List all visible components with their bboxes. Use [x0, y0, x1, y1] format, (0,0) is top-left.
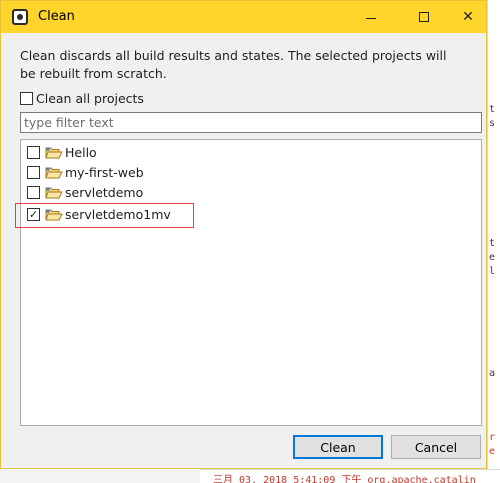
background-text-fragment: e	[489, 446, 496, 457]
console-text: 三月 03, 2018 5:41:09 下午 org.apache.catali…	[213, 475, 476, 483]
maximize-button[interactable]	[401, 1, 447, 33]
project-checkbox[interactable]	[27, 165, 40, 179]
title-bar[interactable]: Clean ✕	[1, 1, 486, 33]
project-checkbox[interactable]	[27, 185, 40, 199]
maximize-icon	[419, 12, 429, 22]
clean-all-projects-checkbox[interactable]: Clean all projects	[20, 91, 144, 106]
close-icon: ✕	[462, 9, 474, 25]
minimize-button[interactable]	[348, 1, 394, 33]
minimize-icon	[366, 17, 376, 19]
background-text-fragment: t	[489, 238, 496, 249]
filter-input[interactable]	[20, 112, 482, 133]
clean-button[interactable]: Clean	[293, 435, 383, 459]
background-text-fragment: l	[489, 266, 496, 277]
cancel-button[interactable]: Cancel	[391, 435, 481, 459]
background-text-fragment: s	[489, 118, 496, 129]
window-title: Clean	[38, 9, 75, 24]
background-text-fragment: t	[489, 104, 496, 115]
project-name: Hello	[65, 144, 97, 160]
project-folder-icon	[45, 187, 63, 198]
project-item-hello[interactable]: Hello	[27, 143, 97, 161]
clean-dialog: Clean ✕ Clean discards all build results…	[0, 0, 487, 469]
project-name: my-first-web	[65, 164, 144, 180]
project-item-servletdemo[interactable]: servletdemo	[27, 183, 143, 201]
project-item-my-first-web[interactable]: my-first-web	[27, 163, 144, 181]
project-name: servletdemo	[65, 184, 144, 200]
project-list: Hello my-first-web servletdemo ✓ servlet…	[20, 139, 482, 426]
dialog-description: Clean discards all build results and sta…	[20, 48, 447, 81]
background-text-fragment: e	[489, 252, 496, 263]
background-text-fragment: r	[489, 432, 496, 443]
checkbox-box[interactable]	[20, 92, 33, 105]
project-folder-icon	[45, 167, 63, 178]
project-checkbox[interactable]	[27, 145, 40, 159]
annotation-highlight-box	[15, 203, 194, 228]
background-console-line: 三月 03, 2018 5:41:09 下午 org.apache.catali…	[200, 469, 500, 483]
close-button[interactable]: ✕	[445, 1, 491, 33]
clean-all-projects-label: Clean all projects	[36, 91, 144, 106]
eclipse-app-icon	[12, 9, 28, 25]
project-folder-icon	[45, 147, 63, 158]
background-text-fragment: a	[489, 368, 496, 379]
